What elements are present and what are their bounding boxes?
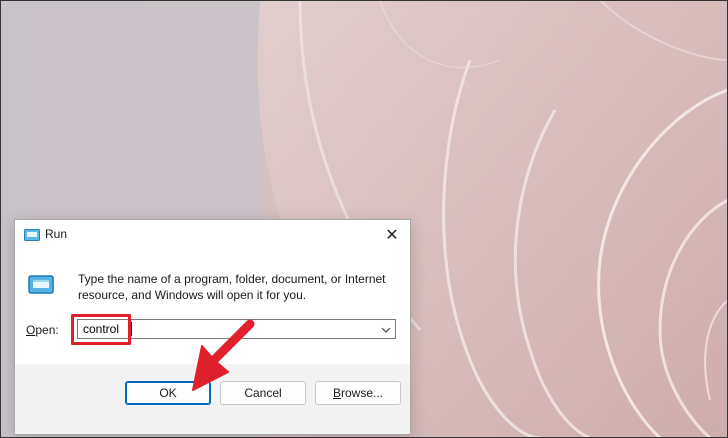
run-dialog: Run ✕ Type the name of a program, folder…	[14, 219, 411, 435]
dialog-description: Type the name of a program, folder, docu…	[78, 272, 386, 302]
dialog-titlebar[interactable]: Run ✕	[15, 220, 410, 250]
text-caret	[131, 322, 132, 336]
ok-button[interactable]: OK	[125, 381, 211, 405]
annotation-highlight-box	[71, 314, 131, 345]
browse-button[interactable]: Browse...	[315, 381, 401, 405]
open-label: Open:	[26, 323, 59, 337]
run-icon	[24, 228, 40, 242]
dialog-title: Run	[45, 227, 68, 241]
close-icon: ✕	[385, 227, 399, 244]
cancel-button[interactable]: Cancel	[220, 381, 306, 405]
run-icon	[28, 274, 54, 296]
close-button[interactable]: ✕	[378, 222, 406, 248]
dialog-body: Type the name of a program, folder, docu…	[15, 250, 410, 364]
chevron-down-icon[interactable]	[380, 323, 392, 335]
